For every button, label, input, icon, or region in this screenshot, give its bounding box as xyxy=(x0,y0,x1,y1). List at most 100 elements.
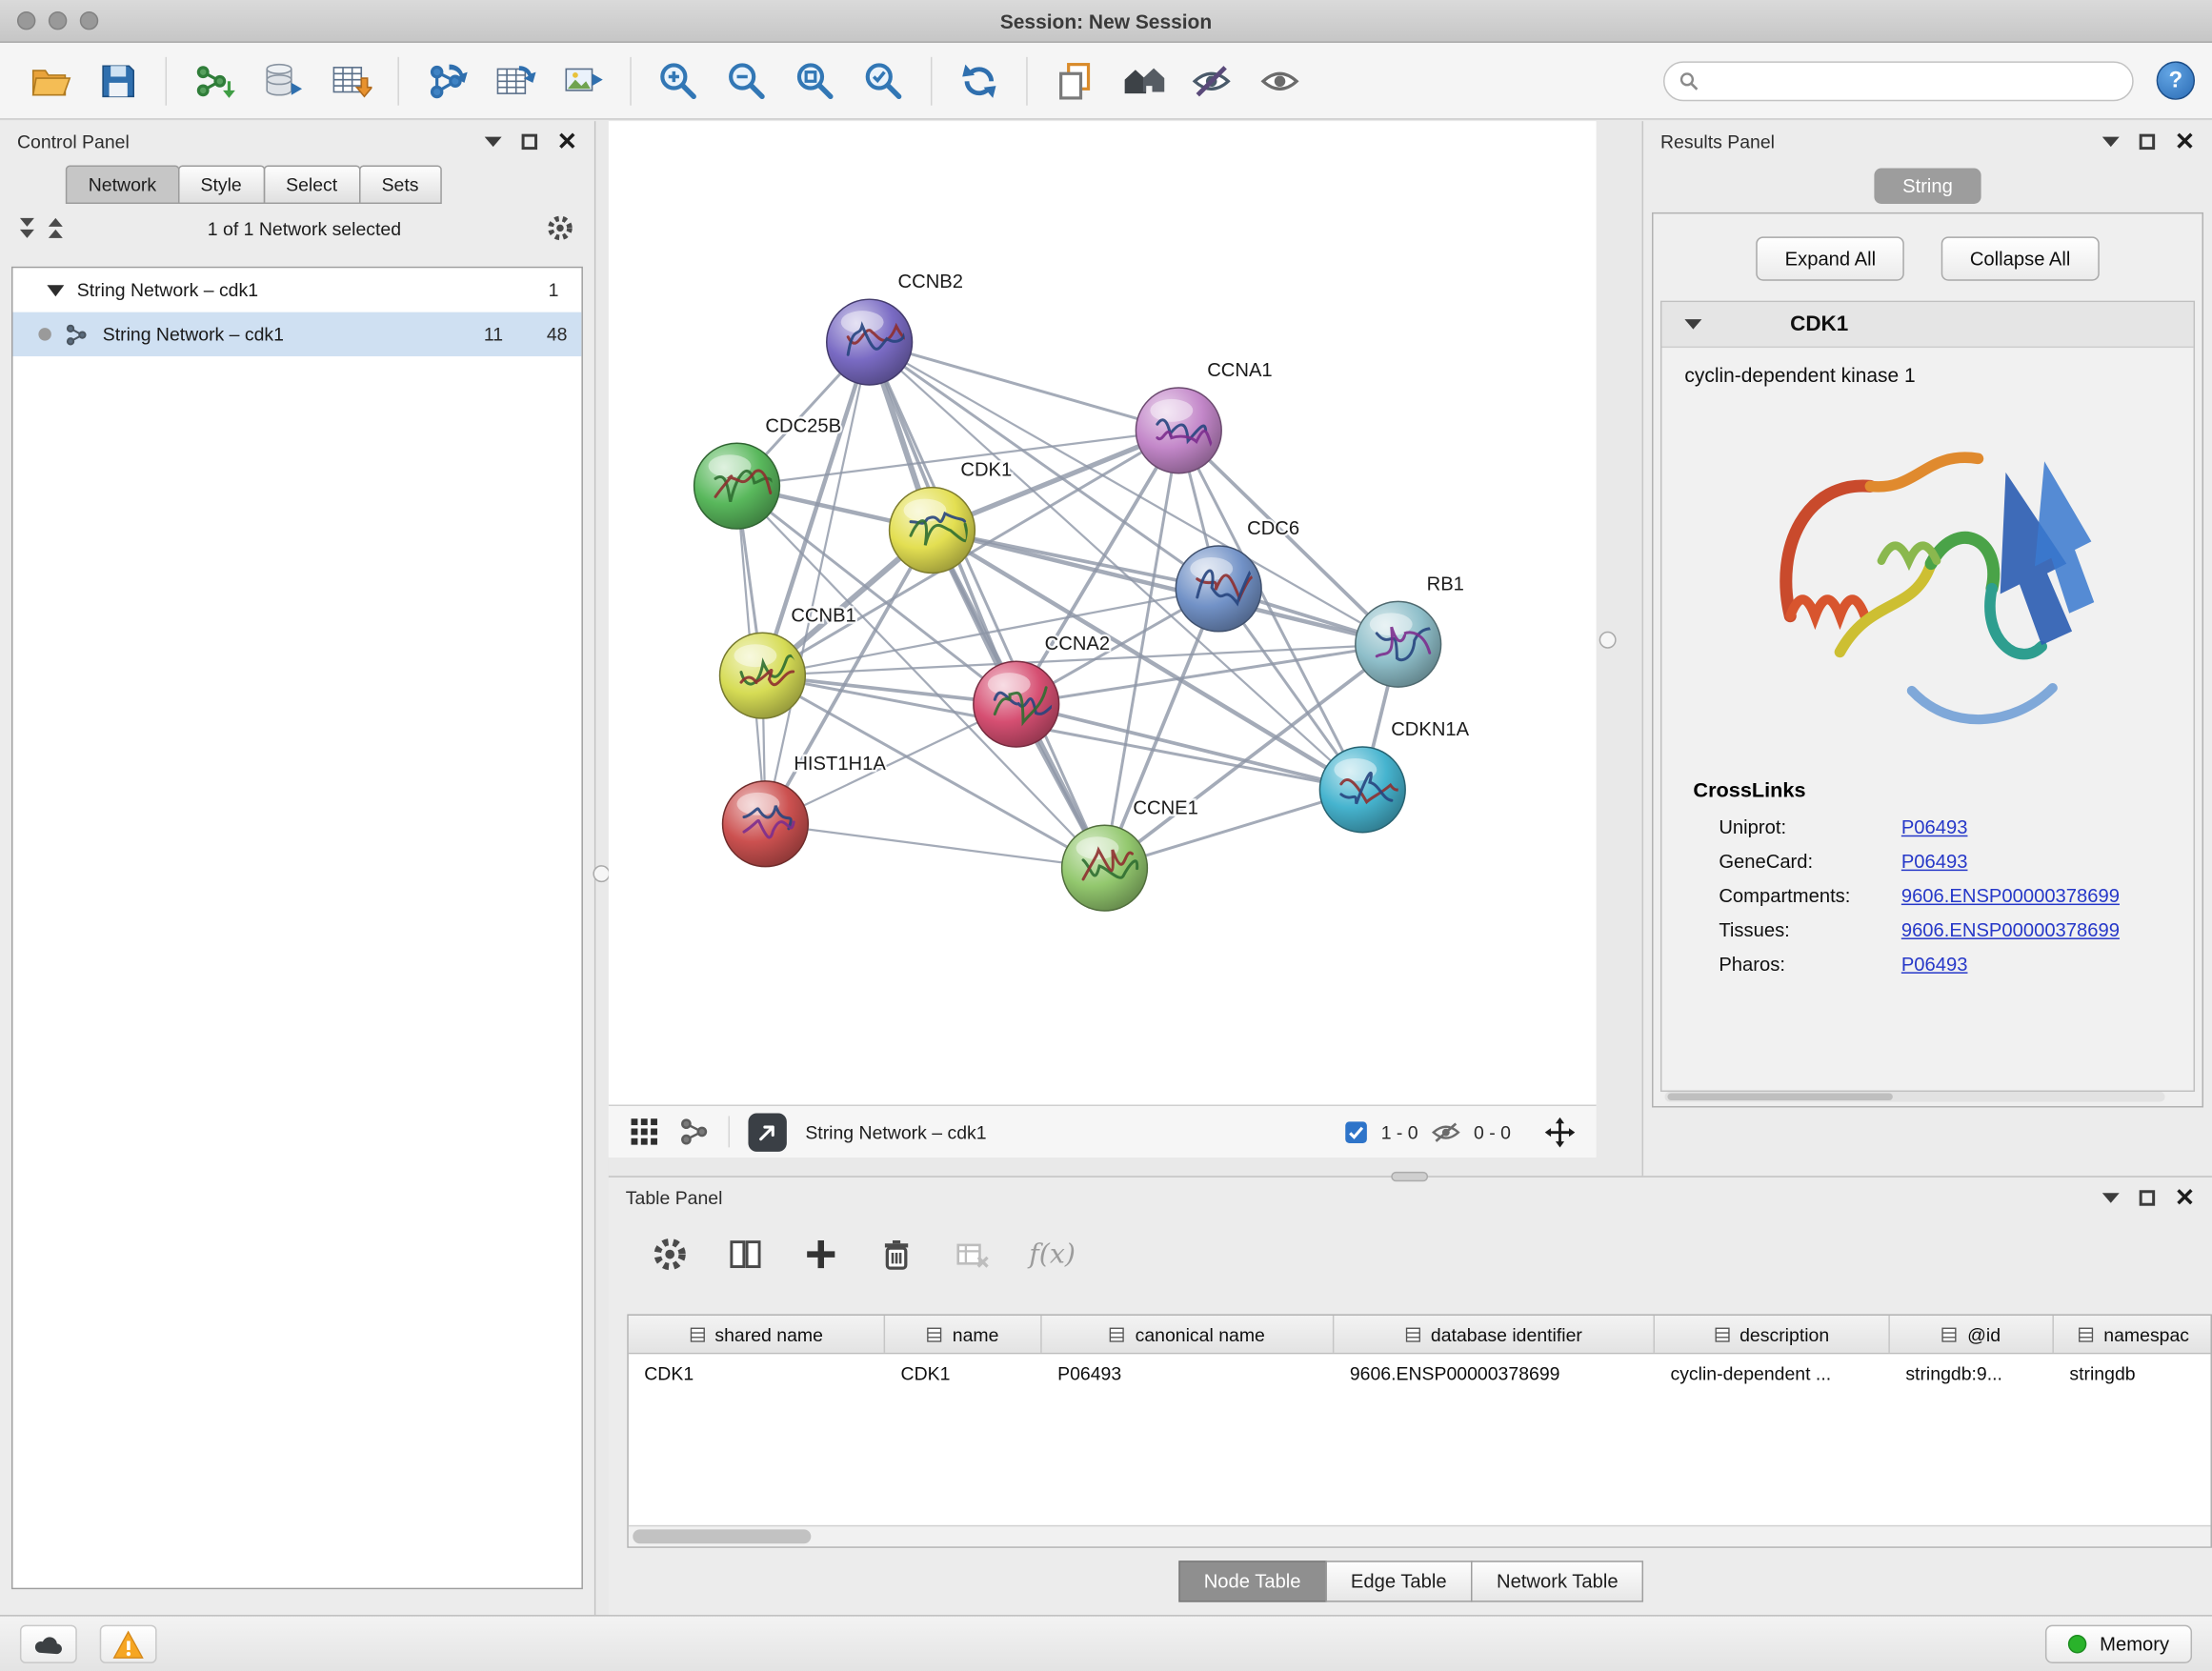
show-all-button[interactable] xyxy=(1247,50,1313,112)
export-image-button[interactable] xyxy=(551,50,616,112)
control-panel-header: Control Panel ✕ xyxy=(0,121,594,161)
close-panel-icon[interactable]: ✕ xyxy=(2175,1185,2195,1209)
column-header[interactable]: shared name xyxy=(629,1316,885,1353)
column-header[interactable]: namespac xyxy=(2054,1316,2212,1353)
table-panel: Table Panel ✕ xyxy=(609,1176,2212,1615)
scrollbar-thumb[interactable] xyxy=(1667,1094,1892,1100)
copy-button[interactable] xyxy=(1042,50,1108,112)
eye-slash-icon xyxy=(1190,59,1233,102)
tab-select[interactable]: Select xyxy=(263,166,360,204)
collapse-all-networks-icon[interactable] xyxy=(49,218,63,238)
float-panel-icon[interactable] xyxy=(521,133,536,149)
pan-move-icon[interactable] xyxy=(1543,1116,1576,1148)
network-collection-row[interactable]: String Network – cdk1 1 xyxy=(12,268,581,312)
collapse-all-button[interactable]: Collapse All xyxy=(1941,236,2099,280)
crosslink-link[interactable]: 9606.ENSP00000378699 xyxy=(1901,918,2120,939)
zoom-selected-button[interactable] xyxy=(851,50,916,112)
close-window-icon[interactable] xyxy=(17,11,35,30)
zoom-window-icon[interactable] xyxy=(80,11,98,30)
memory-button[interactable]: Memory xyxy=(2045,1625,2192,1663)
column-header[interactable]: database identifier xyxy=(1334,1316,1655,1353)
show-columns-icon[interactable] xyxy=(727,1236,764,1273)
tab-sets[interactable]: Sets xyxy=(359,166,442,204)
export-image-icon xyxy=(561,59,604,102)
expand-all-button[interactable]: Expand All xyxy=(1757,236,1904,280)
table-horizontal-scrollbar[interactable] xyxy=(629,1525,2211,1546)
delete-column-trash-icon[interactable] xyxy=(878,1236,915,1273)
zoom-fit-icon xyxy=(794,59,836,102)
tab-network[interactable]: Network xyxy=(66,166,179,204)
new-network-button[interactable] xyxy=(413,50,479,112)
horizontal-splitter-handle[interactable] xyxy=(1391,1172,1428,1181)
panel-menu-icon[interactable] xyxy=(2101,1193,2119,1202)
panel-menu-icon[interactable] xyxy=(2101,136,2119,146)
birds-eye-view-icon[interactable] xyxy=(629,1116,660,1147)
network-overview-icon[interactable] xyxy=(678,1116,710,1147)
tab-network-table[interactable]: Network Table xyxy=(1471,1560,1643,1601)
network-canvas[interactable]: CCNB2CCNA1CDC25BCDK1CDC6RB1CCNB1CCNA2CDK… xyxy=(609,121,1597,1104)
crosslink-row: Pharos: P06493 xyxy=(1661,946,2193,980)
open-session-button[interactable] xyxy=(17,50,83,112)
network-icon xyxy=(64,321,90,347)
tab-edge-table[interactable]: Edge Table xyxy=(1325,1560,1473,1601)
open-in-browser-button[interactable] xyxy=(748,1113,786,1151)
expand-all-networks-icon[interactable] xyxy=(20,218,34,238)
zoom-out-button[interactable] xyxy=(714,50,780,112)
crosslink-link[interactable]: 9606.ENSP00000378699 xyxy=(1901,884,2120,905)
new-table-button[interactable] xyxy=(482,50,548,112)
gear-icon[interactable] xyxy=(546,213,574,242)
network-list-header: 1 of 1 Network selected xyxy=(0,204,594,252)
zoom-fit-button[interactable] xyxy=(782,50,848,112)
splitter-handle[interactable] xyxy=(593,865,610,882)
zoom-in-button[interactable] xyxy=(646,50,712,112)
crosslink-link[interactable]: P06493 xyxy=(1901,816,1968,837)
hidden-eye-slash-icon[interactable] xyxy=(1431,1119,1460,1143)
column-header[interactable]: @id xyxy=(1890,1316,2054,1353)
minimize-window-icon[interactable] xyxy=(49,11,67,30)
network-node-count: 11 xyxy=(452,324,503,345)
results-horizontal-scrollbar[interactable] xyxy=(1664,1092,2164,1101)
column-header[interactable]: canonical name xyxy=(1042,1316,1335,1353)
results-panel-title: Results Panel xyxy=(1660,131,2101,151)
selected-checkbox-icon[interactable] xyxy=(1344,1119,1368,1143)
tab-node-table[interactable]: Node Table xyxy=(1178,1560,1327,1601)
gene-section-header[interactable]: CDK1 xyxy=(1661,302,2193,348)
import-network-file-button[interactable] xyxy=(181,50,247,112)
apply-layout-button[interactable] xyxy=(946,50,1012,112)
save-session-button[interactable] xyxy=(86,50,151,112)
home-overview-button[interactable] xyxy=(1110,50,1176,112)
help-button[interactable]: ? xyxy=(2157,61,2195,99)
collapse-gene-icon[interactable] xyxy=(1684,319,1701,329)
crosslink-link[interactable]: P06493 xyxy=(1901,850,1968,871)
close-panel-icon[interactable]: ✕ xyxy=(2175,129,2195,152)
hide-selected-button[interactable] xyxy=(1178,50,1244,112)
zoom-out-icon xyxy=(726,59,769,102)
scrollbar-thumb[interactable] xyxy=(633,1529,811,1543)
close-panel-icon[interactable]: ✕ xyxy=(557,129,577,152)
table-row[interactable]: CDK1 CDK1 P06493 9606.ENSP00000378699 cy… xyxy=(629,1354,2211,1392)
crosslink-label: GeneCard: xyxy=(1719,850,1901,871)
tab-style[interactable]: Style xyxy=(178,166,265,204)
panel-menu-icon[interactable] xyxy=(484,136,501,146)
import-network-database-button[interactable] xyxy=(250,50,315,112)
crosslink-link[interactable]: P06493 xyxy=(1901,953,1968,974)
splitter-handle[interactable] xyxy=(1599,632,1617,649)
float-panel-icon[interactable] xyxy=(2139,1190,2154,1205)
cell-namespace: stringdb xyxy=(2054,1362,2212,1383)
float-panel-icon[interactable] xyxy=(2139,133,2154,149)
search-input[interactable] xyxy=(1709,70,2118,91)
tab-string[interactable]: String xyxy=(1874,169,1981,204)
right-splitter[interactable] xyxy=(1597,121,1642,1176)
cloud-status-button[interactable] xyxy=(20,1625,77,1663)
table-settings-gear-icon[interactable] xyxy=(652,1236,689,1273)
toolbar-separator xyxy=(397,56,398,105)
warnings-button[interactable] xyxy=(100,1625,157,1663)
search-box[interactable] xyxy=(1663,61,2134,101)
left-splitter[interactable] xyxy=(595,121,608,1615)
import-table-file-button[interactable] xyxy=(318,50,384,112)
column-header[interactable]: description xyxy=(1655,1316,1890,1353)
add-column-plus-icon[interactable] xyxy=(802,1236,839,1273)
column-header[interactable]: name xyxy=(885,1316,1042,1353)
collapse-collection-icon[interactable] xyxy=(47,284,64,295)
network-row[interactable]: String Network – cdk1 11 48 xyxy=(12,312,581,356)
